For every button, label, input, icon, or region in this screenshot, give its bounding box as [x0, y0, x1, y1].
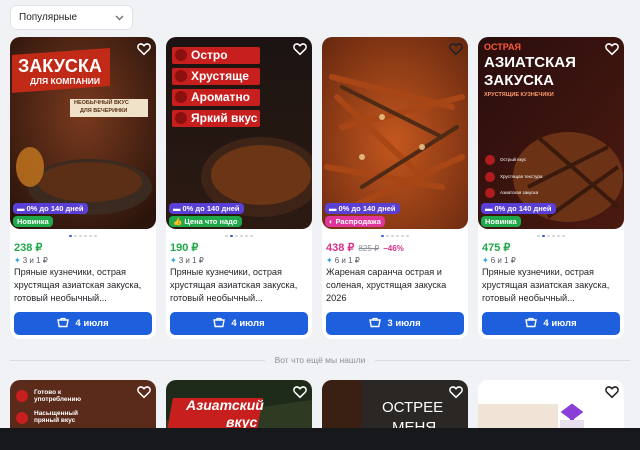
product-card[interactable]: ОСТРАЯ АЗИАТСКАЯ ЗАКУСКА ХРУСТЯЩИЕ КУЗНЕ… — [478, 37, 624, 339]
overlay-text: АЗИАТСКАЯ — [484, 54, 576, 71]
installment-badge: ▬ 0% до 140 дней — [169, 203, 244, 214]
chevron-down-icon — [114, 13, 124, 23]
cart-icon — [213, 317, 226, 331]
cart-icon — [525, 317, 538, 331]
overlay-text: ХРУСТЯЩИЕ КУЗНЕЧИКИ — [484, 92, 554, 98]
sale-badge: ◐ Распродажа — [325, 216, 385, 227]
overlay-text: Остро — [191, 48, 228, 62]
product-card[interactable]: ▬ 0% до 140 дней ◐ Распродажа 438 ₽ 825 ₽ … — [322, 37, 468, 339]
favorite-heart-icon[interactable] — [605, 42, 619, 56]
installment-badge: ▬ 0% до 140 дней — [13, 203, 88, 214]
installment-info: ✦ 3 и 1 ₽ — [170, 256, 204, 265]
sort-label: Популярные — [19, 12, 78, 23]
favorite-heart-icon[interactable] — [605, 385, 619, 399]
installment-icon: ▬ — [485, 204, 493, 213]
sale-icon: ◐ — [329, 217, 334, 226]
bottom-bar — [0, 428, 640, 450]
installment-icon: ▬ — [17, 204, 25, 213]
discount: −46% — [383, 244, 404, 253]
favorite-heart-icon[interactable] — [293, 42, 307, 56]
product-card[interactable]: ЗАКУСКА ДЛЯ КОМПАНИИ НЕОБЫЧНЫЙ ВКУС ДЛЯ … — [10, 37, 156, 339]
installment-badge: ▬ 0% до 140 дней — [481, 203, 556, 214]
split-icon: ✦ — [14, 256, 21, 265]
overlay-text: ОСТРАЯ — [484, 42, 521, 52]
divider-label: Вот что ещё мы нашли — [274, 355, 366, 365]
add-to-cart-button[interactable]: 4 июля — [482, 312, 620, 335]
favorite-heart-icon[interactable] — [137, 385, 151, 399]
product-card[interactable]: Остро Хрустяще Ароматно Яркий вкус ▬ 0% д… — [166, 37, 312, 339]
overlay-text: Острый вкус — [500, 157, 527, 162]
overlay-text: Насыщенный пряный вкус — [34, 410, 78, 424]
favorite-heart-icon[interactable] — [449, 385, 463, 399]
image-pager — [10, 235, 156, 237]
product-title[interactable]: Пряные кузнечики, острая хрустящая азиат… — [170, 266, 308, 305]
split-icon: ✦ — [170, 256, 177, 265]
overlay-text: Ароматно — [191, 90, 251, 104]
overlay-text: Яркий вкус — [191, 111, 258, 125]
installment-badge: ▬ 0% до 140 дней — [325, 203, 400, 214]
overlay-text: Хрустящая текстура — [500, 174, 543, 179]
product-image[interactable]: ▬ 0% до 140 дней ◐ Распродажа — [322, 37, 468, 229]
price: 190 ₽ — [170, 242, 199, 254]
add-to-cart-button[interactable]: 4 июля — [170, 312, 308, 335]
split-icon: ✦ — [482, 256, 489, 265]
old-price: 825 ₽ — [358, 244, 380, 253]
product-title[interactable]: Пряные кузнечики, острая хрустящая азиат… — [14, 266, 152, 305]
overlay-text: ЗАКУСКА — [18, 56, 102, 76]
overlay-text: Азиатский — [186, 397, 264, 413]
sort-dropdown[interactable]: Популярные — [10, 5, 133, 30]
installment-icon: ▬ — [173, 204, 181, 213]
product-image[interactable]: ОСТРАЯ АЗИАТСКАЯ ЗАКУСКА ХРУСТЯЩИЕ КУЗНЕ… — [478, 37, 624, 229]
add-to-cart-button[interactable]: 4 июля — [14, 312, 152, 335]
product-image[interactable]: ЗАКУСКА ДЛЯ КОМПАНИИ НЕОБЫЧНЫЙ ВКУС ДЛЯ … — [10, 37, 156, 229]
price: 438 ₽ — [326, 242, 355, 254]
section-divider: Вот что ещё мы нашли — [10, 353, 631, 367]
favorite-heart-icon[interactable] — [449, 42, 463, 56]
overlay-text: Готово к употреблению — [34, 389, 82, 403]
cart-icon — [57, 317, 70, 331]
installment-info: ✦ 3 и 1 ₽ — [14, 256, 48, 265]
image-pager — [478, 235, 624, 237]
price: 238 ₽ — [14, 242, 43, 254]
favorite-heart-icon[interactable] — [137, 42, 151, 56]
new-badge: Новинка — [13, 216, 53, 227]
overlay-text: ДЛЯ КОМПАНИИ — [30, 76, 100, 86]
price: 475 ₽ — [482, 242, 511, 254]
overlay-text: НЕОБЫЧНЫЙ ВКУС — [74, 100, 129, 106]
favorite-heart-icon[interactable] — [293, 385, 307, 399]
installment-info: ✦ 6 и 1 ₽ — [326, 256, 360, 265]
product-title[interactable]: Пряные кузнечики, острая хрустящая азиат… — [482, 266, 620, 305]
thumb-up-icon: 👍 — [173, 217, 183, 226]
image-pager — [322, 235, 468, 237]
installment-icon: ▬ — [329, 204, 337, 213]
add-to-cart-button[interactable]: 3 июля — [326, 312, 464, 335]
overlay-text: Азиатская закуска — [500, 190, 539, 195]
image-pager — [166, 235, 312, 237]
installment-info: ✦ 6 и 1 ₽ — [482, 256, 516, 265]
overlay-text: ОСТРЕЕ — [382, 399, 444, 416]
overlay-text: Хрустяще — [191, 69, 249, 83]
overlay-text: ДЛЯ ВЕЧЕРИНКИ — [80, 108, 128, 114]
split-icon: ✦ — [326, 256, 333, 265]
good-price-badge: 👍 Цена что надо — [169, 216, 242, 227]
product-title[interactable]: Жареная саранча острая и соленая, хрустя… — [326, 266, 464, 305]
overlay-text: ЗАКУСКА — [484, 72, 554, 89]
product-image[interactable]: Остро Хрустяще Ароматно Яркий вкус ▬ 0% д… — [166, 37, 312, 229]
cart-icon — [369, 317, 382, 331]
new-badge: Новинка — [481, 216, 521, 227]
